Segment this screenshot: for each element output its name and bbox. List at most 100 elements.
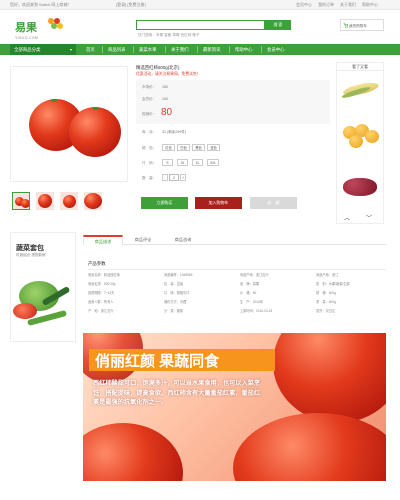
top-link-orders[interactable]: 我的订单 [318, 0, 334, 10]
hot-keywords[interactable]: 热门搜索：苹果 香蕉 草莓 西红柿 橙子 [138, 33, 200, 38]
thumbnail-3[interactable] [60, 192, 78, 210]
color-option-blue[interactable]: 蓝色 [207, 144, 220, 151]
nav-item-help[interactable]: 帮助中心 [235, 44, 253, 55]
all-categories-label: 全部商品分类 [14, 47, 41, 52]
member-price-label: 会员价： [142, 97, 157, 101]
banner-headline: 俏丽红颜 果蔬同食 [95, 353, 220, 370]
nav-item-member[interactable]: 会员中心 [267, 44, 285, 55]
all-categories-menu[interactable]: 全部商品分类 ▾ [10, 44, 76, 55]
top-link-help[interactable]: 帮助中心 [362, 0, 378, 10]
nav-item-vegetables[interactable]: 蔬菜水果 [139, 44, 157, 55]
param-cell: 品 牌：易果 [240, 282, 260, 286]
buy-now-button[interactable]: 立即购买 [141, 197, 188, 209]
size-option-s[interactable]: S [162, 159, 173, 166]
params-title: 产品参数 [88, 261, 106, 266]
top-link-about[interactable]: 关于我们 [340, 0, 356, 10]
param-cell: 口 味：鲜甜可口 [164, 291, 190, 295]
nav-divider [165, 46, 166, 53]
chevron-up-icon[interactable]: ︿ [344, 213, 350, 222]
cart-label: 我的购物车 [349, 24, 367, 28]
nav-item-products[interactable]: 商品列表 [108, 44, 126, 55]
param-cell: 发货：次日达 [316, 309, 336, 313]
nav-divider [102, 46, 103, 53]
logo-subtitle: YIGUO.COM [15, 36, 39, 40]
vegetable-pack-subtitle: 时蔬组合 搭配新鲜 [16, 253, 46, 257]
recommend-item-corn[interactable] [339, 74, 381, 104]
param-cell: 价 格：80 [240, 291, 257, 295]
param-cell: 商品产地：浙江 [316, 273, 339, 277]
vegetable-pack-card[interactable]: 蔬菜套包 时蔬组合 搭配新鲜 [10, 232, 76, 342]
promo-text: 优惠活动，请关注易果网，免费试吃！ [136, 72, 201, 76]
nav-item-news[interactable]: 最新资讯 [203, 44, 221, 55]
tomato-image [69, 107, 121, 157]
color-option-black[interactable]: 黑色 [192, 144, 205, 151]
param-cell: 产 地：浙江嘉兴 [88, 309, 114, 313]
tab-description[interactable]: 商品描述 [83, 235, 123, 245]
quantity-input[interactable]: 2 [169, 174, 179, 181]
quantity-increase-button[interactable]: + [180, 174, 186, 181]
size-option-xxl[interactable]: XXL [207, 159, 219, 166]
banner-body: 西红柿酸甜可口，饱满多汁，可以当水果食用，也可以入菜烹饪，搭配提味，提高食欲。西… [93, 380, 261, 406]
recommend-item-grapes[interactable] [339, 170, 381, 200]
tab-reviews[interactable]: 商品评论 [123, 235, 163, 245]
top-link-member[interactable]: 会员中心 [296, 0, 312, 10]
param-cell: 适用人群：所有人 [88, 300, 114, 304]
size-label: 尺 码： [142, 161, 157, 165]
login-register-link[interactable]: [登录] [免费注册] [116, 0, 146, 10]
param-cell: 规 格：600g [316, 291, 336, 295]
size-option-m[interactable]: M [177, 159, 188, 166]
param-cell: 商品名称：精选西红柿 [88, 273, 120, 277]
param-cell: 储存方式：冷藏 [164, 300, 187, 304]
nav-divider [197, 46, 198, 53]
size-option-xl[interactable]: XL [192, 159, 203, 166]
vegetable-pack-title: 蔬菜套包 [16, 245, 44, 252]
quantity-label: 数 量： [142, 176, 157, 180]
param-cell: 商品产地：浙江嘉兴 [240, 273, 269, 277]
nav-item-home[interactable]: 首页 [86, 44, 95, 55]
thumbnail-4[interactable] [84, 192, 102, 210]
param-cell: 保质期限：7~14天 [88, 291, 115, 295]
thumbnail-2[interactable] [36, 192, 54, 210]
favorite-button[interactable]: 收 藏 [250, 197, 297, 209]
stock-value: 31 (剩余299件) [162, 130, 187, 134]
stock-label: 库 存： [142, 130, 157, 134]
param-cell: 类 别：水果/蔬菜/生鲜 [316, 282, 350, 286]
color-label: 颜 色： [142, 146, 157, 150]
cart-button[interactable]: 我的购物车 [340, 19, 384, 31]
sale-price-label: 促销价： [142, 112, 157, 116]
chevron-down-icon[interactable]: ﹀ [366, 213, 372, 222]
recommend-item-apricot[interactable] [339, 120, 381, 150]
member-price: 100 [162, 97, 168, 101]
param-cell: 商品毛重：500.00g [88, 282, 116, 286]
thumbnail-1[interactable] [12, 192, 30, 210]
sale-price: 80 [161, 107, 173, 118]
param-cell: 分 类：蔬菜 [164, 309, 184, 313]
param-cell: 包 装：盒装 [164, 282, 184, 286]
param-cell: 重 量：600g [316, 300, 336, 304]
tab-inquiry[interactable]: 商品咨询 [163, 235, 203, 245]
cart-icon [343, 23, 348, 28]
quantity-decrease-button[interactable]: - [162, 174, 168, 181]
param-cell: 生 产：2016年 [240, 300, 264, 304]
top-bar: 您好，欢迎来到 Watch 网上商城！ [登录] [免费注册] 会员中心 我的订… [0, 0, 400, 10]
nav-item-about[interactable]: 关于我们 [171, 44, 189, 55]
chevron-down-icon: ▾ [69, 47, 72, 52]
color-option-white[interactable]: 白色 [177, 144, 190, 151]
nav-divider [261, 46, 262, 53]
recommend-title: 看了又看 [336, 62, 384, 71]
greeting-text: 您好，欢迎来到 Watch 网上商城！ [10, 2, 72, 7]
nav-divider [229, 46, 230, 53]
add-to-cart-button[interactable]: 加入购物车 [195, 197, 242, 209]
search-input[interactable] [136, 20, 265, 30]
color-option-red[interactable]: 红色 [162, 144, 175, 151]
product-title: 精选西红柿600g(北京) [136, 65, 180, 70]
main-product-image[interactable] [10, 66, 128, 182]
param-cell: 商品编号：1049966 [164, 273, 193, 277]
logo[interactable]: 易果 [15, 19, 37, 35]
logo-grapes-icon [48, 18, 64, 32]
param-cell: 上架时间：2016-03-18 [240, 309, 273, 313]
search-button[interactable]: 搜 索 [265, 20, 291, 30]
market-price-label: 市场价： [142, 85, 157, 89]
nav-divider [133, 46, 134, 53]
market-price: 150 [162, 85, 168, 89]
